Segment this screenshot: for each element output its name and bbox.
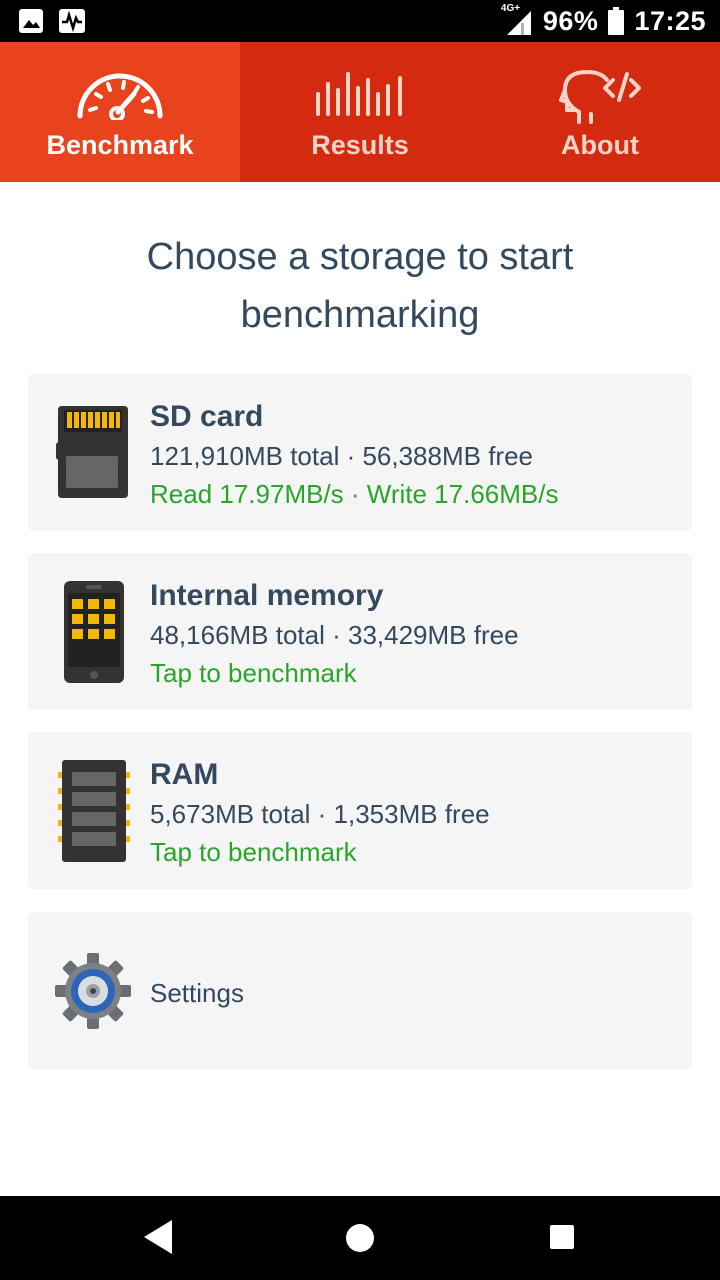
status-bar: 4G+ 96% 17:25 [0, 0, 720, 42]
ram-chip-icon [58, 760, 130, 862]
tab-results[interactable]: Results [240, 42, 480, 182]
storage-title: SD card [150, 400, 264, 433]
speedometer-icon [77, 73, 163, 120]
heading-line-2: benchmarking [240, 294, 480, 336]
storage-status: Tap to benchmark [150, 658, 357, 688]
tab-benchmark[interactable]: Benchmark [0, 42, 240, 182]
battery-percent: 96% [542, 5, 599, 36]
bars-icon [316, 72, 402, 116]
page-heading: Choose a storage to start benchmarking [60, 228, 660, 344]
activity-notification-icon [59, 9, 85, 33]
tab-about-label: About [561, 130, 639, 160]
home-icon[interactable] [345, 1223, 375, 1253]
image-notification-icon [19, 9, 43, 33]
storage-title: RAM [150, 758, 219, 791]
storage-card-ram[interactable]: RAM 5,673MB total · 1,353MB free Tap to … [28, 732, 692, 889]
tab-about[interactable]: About [480, 42, 720, 182]
tab-results-label: Results [311, 130, 409, 160]
tab-benchmark-label: Benchmark [46, 130, 194, 160]
storage-capacity: 48,166MB total · 33,429MB free [150, 620, 519, 650]
navigation-bar [0, 1196, 720, 1280]
back-icon[interactable] [142, 1218, 174, 1256]
storage-card-sd[interactable]: SD card 121,910MB total · 56,388MB free … [28, 374, 692, 531]
phone-memory-icon [64, 581, 124, 683]
tab-bar: Benchmark Results About [0, 42, 720, 182]
settings-label: Settings [150, 978, 244, 1008]
storage-title: Internal memory [150, 579, 384, 612]
storage-status: Tap to benchmark [150, 837, 357, 867]
storage-capacity: 5,673MB total · 1,353MB free [150, 799, 490, 829]
gear-icon [55, 953, 131, 1029]
battery-icon [608, 7, 625, 35]
heading-line-1: Choose a storage to start [146, 236, 574, 278]
clock: 17:25 [634, 5, 706, 36]
sd-card-icon [56, 406, 128, 498]
storage-card-internal[interactable]: Internal memory 48,166MB total · 33,429M… [28, 553, 692, 710]
recents-icon[interactable] [549, 1224, 575, 1250]
storage-status: Read 17.97MB/s · Write 17.66MB/s [150, 479, 559, 509]
signal-icon: 4G+ [501, 3, 533, 37]
settings-card[interactable]: Settings [28, 912, 692, 1069]
storage-capacity: 121,910MB total · 56,388MB free [150, 441, 534, 471]
head-code-icon [559, 69, 641, 124]
